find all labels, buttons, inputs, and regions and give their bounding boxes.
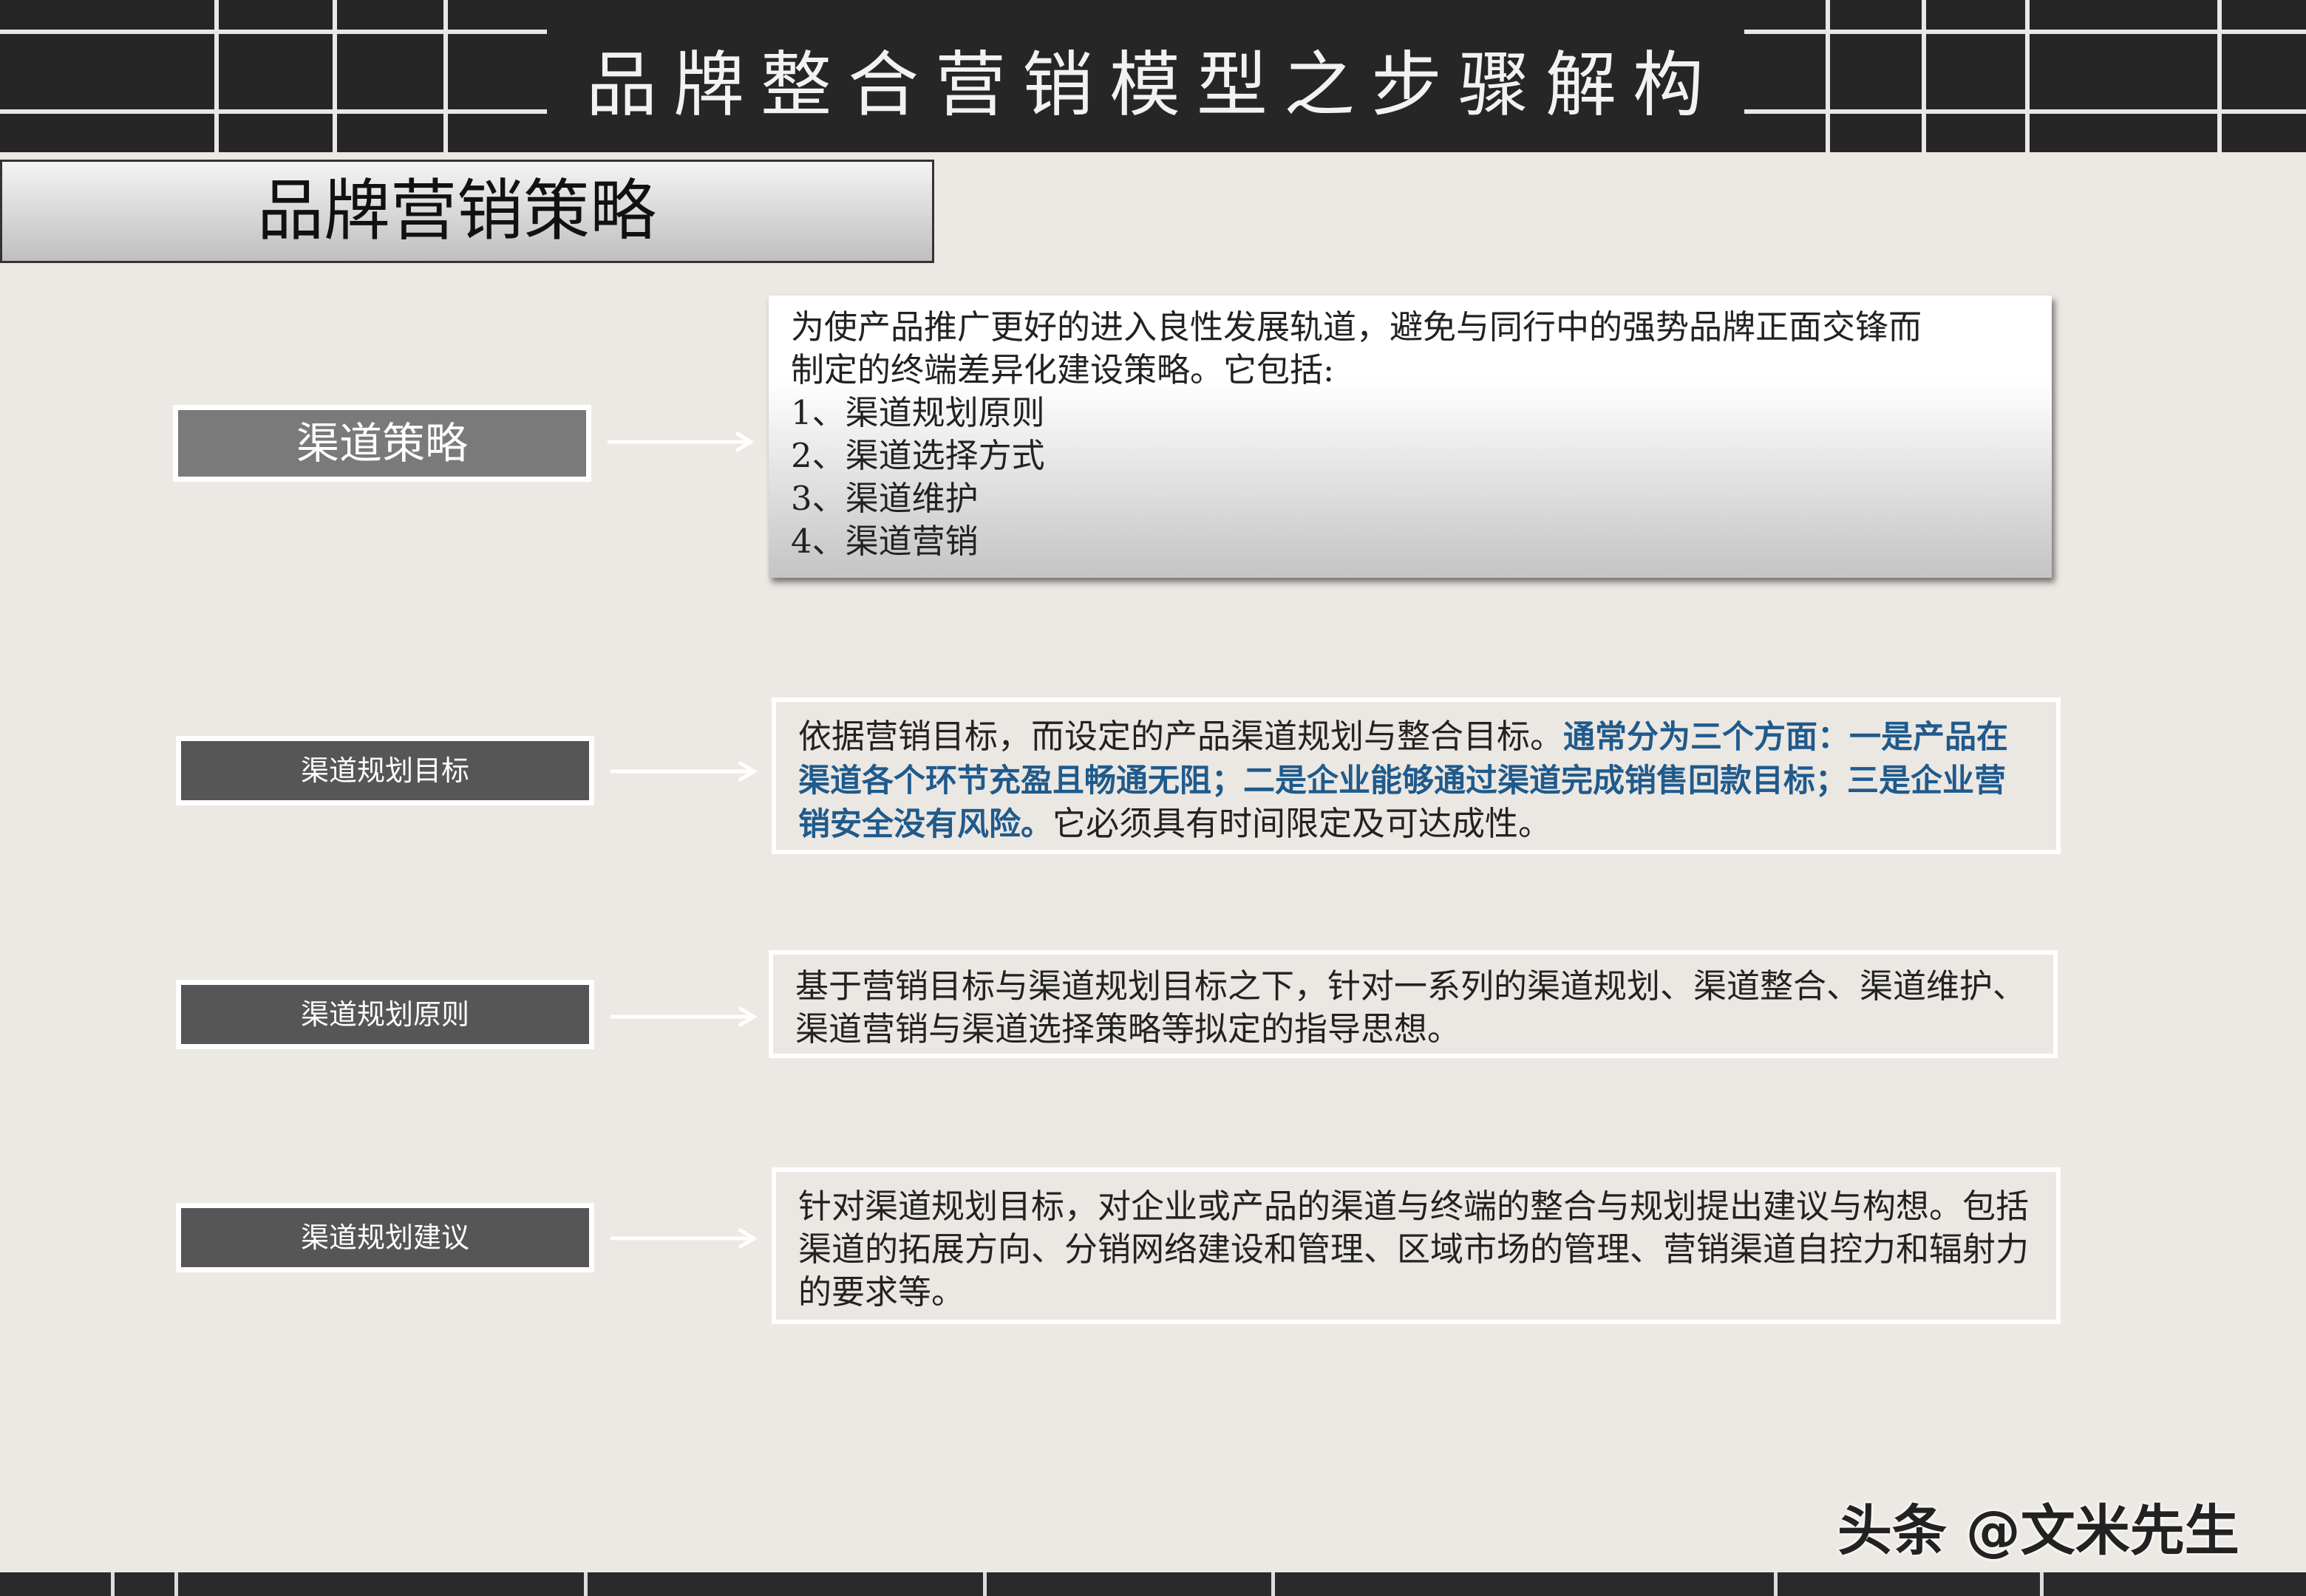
grid-line <box>2040 1572 2044 1596</box>
label-channel-goal: 渠道规划目标 <box>176 736 594 805</box>
grid-line <box>1774 1572 1778 1596</box>
label-channel-strategy: 渠道策略 <box>173 405 591 482</box>
label-channel-advice: 渠道规划建议 <box>176 1203 594 1272</box>
channel-advice-description: 针对渠道规划目标，对企业或产品的渠道与终端的整合与规划提出建议与构想。包括渠道的… <box>772 1167 2061 1324</box>
watermark: 头条 @文米先生 <box>1837 1487 2239 1566</box>
text-plain: 它必须具有时间限定及可达成性。 <box>1052 804 1551 843</box>
grid-line <box>983 1572 987 1596</box>
arrow-right-icon <box>609 1006 757 1028</box>
text-line: 制定的终端差异化建设策略。它包括: <box>791 349 2030 392</box>
grid-line <box>174 1572 178 1596</box>
list-item: 4、渠道营销 <box>791 520 2030 563</box>
channel-goal-description: 依据营销目标，而设定的产品渠道规划与整合目标。通常分为三个方面：一是产品在渠道各… <box>772 698 2061 854</box>
header-bar: 品牌整合营销模型之步骤解构 <box>0 0 2306 152</box>
arrow-right-icon <box>609 1227 757 1249</box>
text-line: 为使产品推广更好的进入良性发展轨道，避免与同行中的强势品牌正面交锋而 <box>791 306 2030 349</box>
grid-line <box>584 1572 588 1596</box>
text-plain: 依据营销目标，而设定的产品渠道规划与整合目标。 <box>798 717 1563 756</box>
label-channel-principle: 渠道规划原则 <box>176 980 594 1049</box>
grid-line <box>1271 1572 1275 1596</box>
page-title-text: 品牌整合营销模型之步骤解构 <box>571 44 1735 126</box>
list-item: 2、渠道选择方式 <box>791 434 2030 477</box>
arrow-right-icon <box>606 431 754 453</box>
list-item: 1、渠道规划原则 <box>791 392 2030 434</box>
channel-strategy-description: 为使产品推广更好的进入良性发展轨道，避免与同行中的强势品牌正面交锋而 制定的终端… <box>769 296 2052 578</box>
page-title: 品牌整合营销模型之步骤解构 <box>0 30 2306 140</box>
section-title: 品牌营销策略 <box>0 160 934 263</box>
list-item: 3、渠道维护 <box>791 477 2030 520</box>
arrow-right-icon <box>609 760 757 782</box>
footer-bar <box>0 1572 2306 1596</box>
grid-line <box>111 1572 115 1596</box>
channel-principle-description: 基于营销目标与渠道规划目标之下，针对一系列的渠道规划、渠道整合、渠道维护、渠道营… <box>769 950 2058 1058</box>
